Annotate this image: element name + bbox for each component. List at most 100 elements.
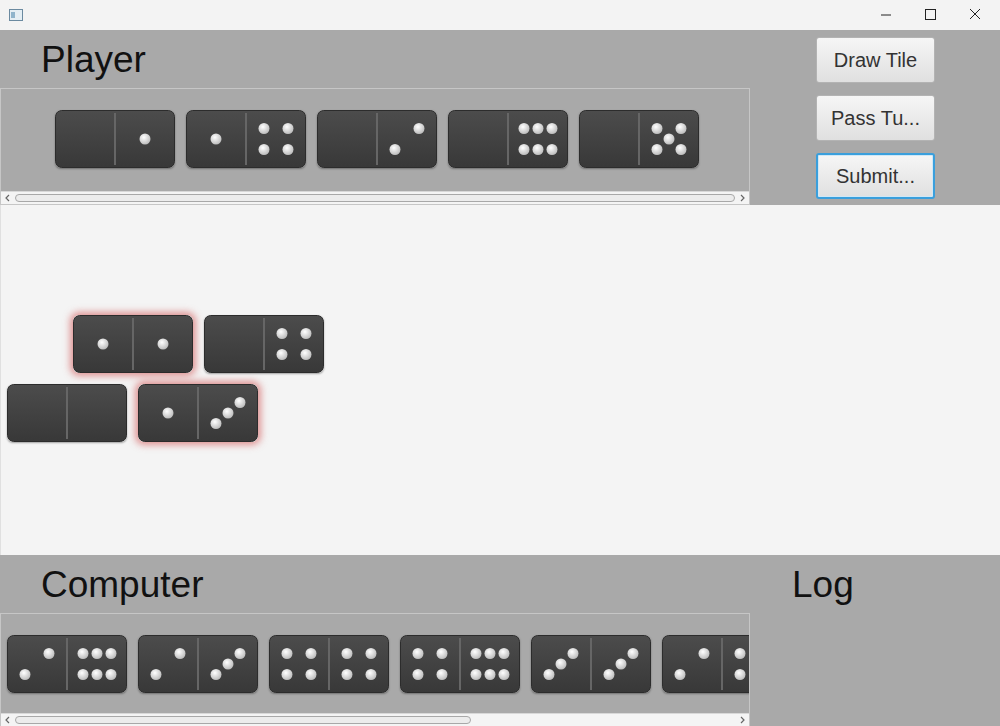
pip (485, 648, 496, 659)
computer-tile (7, 635, 127, 693)
maximize-icon[interactable] (908, 0, 952, 30)
pip (235, 648, 246, 659)
scroll-right-icon[interactable] (737, 715, 747, 725)
board (0, 205, 1000, 555)
pip (547, 144, 558, 155)
pip (106, 648, 117, 659)
pip (223, 659, 234, 670)
pip (342, 669, 353, 680)
minimize-icon[interactable] (864, 0, 908, 30)
pip (675, 669, 686, 680)
hand-tile[interactable] (448, 110, 568, 168)
pip (499, 648, 510, 659)
pip (300, 349, 311, 360)
computer-hand-scrollbar[interactable] (1, 713, 749, 726)
board-tile (204, 315, 324, 373)
pip (471, 669, 482, 680)
hand-tile[interactable] (55, 110, 175, 168)
pip (735, 669, 746, 680)
pip (568, 648, 579, 659)
pip (366, 648, 377, 659)
pip (735, 648, 746, 659)
pip (300, 328, 311, 339)
scroll-right-icon[interactable] (737, 193, 747, 203)
pip (157, 339, 168, 350)
pip (604, 669, 615, 680)
pip (628, 648, 639, 659)
close-icon[interactable] (952, 0, 998, 30)
hand-tile[interactable] (579, 110, 699, 168)
log-panel: Log (750, 555, 1000, 726)
pip (97, 339, 108, 350)
pip (676, 123, 687, 134)
computer-tile (662, 635, 749, 693)
pip (20, 669, 31, 680)
computer-hand (0, 613, 750, 726)
pip (223, 408, 234, 419)
player-label: Player (0, 30, 750, 88)
pip (556, 659, 567, 670)
pip (471, 648, 482, 659)
pip (616, 659, 627, 670)
pip (276, 349, 287, 360)
pip (664, 134, 675, 145)
pip (306, 648, 317, 659)
scroll-left-icon[interactable] (3, 715, 13, 725)
action-button[interactable]: Submit... (816, 153, 935, 199)
hand-tile[interactable] (317, 110, 437, 168)
scroll-thumb[interactable] (15, 716, 471, 724)
pip (499, 669, 510, 680)
pip (211, 669, 222, 680)
computer-label: Computer (0, 555, 750, 613)
pip (533, 123, 544, 134)
pip (140, 134, 151, 145)
pip (699, 648, 710, 659)
pip (235, 397, 246, 408)
pip (342, 648, 353, 659)
pip (151, 669, 162, 680)
board-tile (73, 315, 193, 373)
pip (437, 648, 448, 659)
computer-tile (269, 635, 389, 693)
hand-tile[interactable] (186, 110, 306, 168)
board-tile (7, 384, 127, 442)
pip (390, 144, 401, 155)
pip (78, 669, 89, 680)
computer-panel: Computer Log (0, 555, 1000, 726)
scroll-left-icon[interactable] (3, 193, 13, 203)
pip (92, 669, 103, 680)
pip (44, 648, 55, 659)
scroll-thumb[interactable] (15, 194, 735, 202)
pip (276, 328, 287, 339)
pip (211, 134, 222, 145)
pip (259, 144, 270, 155)
pip (282, 648, 293, 659)
action-button[interactable]: Draw Tile (816, 37, 935, 83)
pip (676, 144, 687, 155)
pip (652, 144, 663, 155)
game-window: Player Draw Tile Pass Tu... Submit... Comp… (0, 0, 1000, 726)
player-hand-scrollbar[interactable] (1, 191, 749, 204)
pip (163, 408, 174, 419)
pip (519, 123, 530, 134)
board-tile (138, 384, 258, 442)
pip (652, 123, 663, 134)
computer-tile (531, 635, 651, 693)
pip (92, 648, 103, 659)
computer-tile (400, 635, 520, 693)
pip (413, 648, 424, 659)
pip (414, 123, 425, 134)
pip (366, 669, 377, 680)
pip (283, 144, 294, 155)
pip (485, 669, 496, 680)
action-button[interactable]: Pass Tu... (816, 95, 935, 141)
pip (283, 123, 294, 134)
pip (413, 669, 424, 680)
pip (437, 669, 448, 680)
player-panel: Player Draw Tile Pass Tu... Submit... (0, 30, 1000, 205)
pip (519, 144, 530, 155)
pip (306, 669, 317, 680)
pip (106, 669, 117, 680)
pip (533, 144, 544, 155)
player-hand (0, 88, 750, 205)
